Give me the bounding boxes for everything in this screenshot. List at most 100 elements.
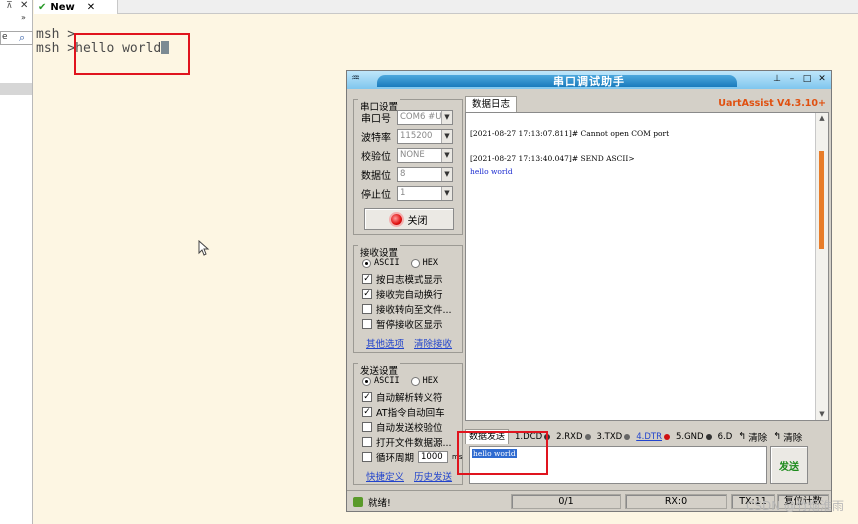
send-history-link[interactable]: 历史发送 [414,469,452,483]
checkbox-checked[interactable]: ✓ [362,288,372,299]
stopbits-select[interactable]: 1 ▼ [397,186,453,201]
selected-list-item[interactable] [0,83,32,95]
parity-select[interactable]: NONE ▼ [397,148,453,163]
pin-label[interactable]: 4.DTR [636,432,662,442]
baud-select-value: 115200 [400,131,433,141]
recv-option-label: 接收完自动换行 [376,289,443,301]
window-title: 串口调试助手 [553,75,625,88]
chevron-down-icon[interactable]: ▼ [441,111,452,124]
uartassist-window: ♒︎ 串口调试助手 ⊥ – □ ✕ 串口设置 串口号 COM6 #US ▼ 波特率… [346,70,832,512]
editor-tab-bar: ✔ New ✕ [34,0,858,14]
double-chevron-right-icon[interactable]: » [21,13,26,22]
checkbox-unchecked[interactable] [362,318,372,329]
recv-ascii-radio[interactable] [362,258,371,268]
maximize-icon[interactable]: □ [801,74,813,86]
shortcut-define-link[interactable]: 快捷定义 [366,469,404,483]
send-option-label: 自动发送校验位 [376,422,443,434]
status-ready-label: 就绪! [368,498,391,509]
port-select[interactable]: COM6 #US ▼ [397,110,453,125]
checkbox-unchecked[interactable] [362,303,372,314]
send-ascii-label: ASCII [374,376,400,386]
search-icon[interactable]: ⌕ [19,31,25,45]
receive-log-area[interactable]: [2021-08-27 17:13:07.811]# Cannot open C… [465,112,829,421]
recv-hex-radio[interactable] [410,258,420,268]
cycle-period-input[interactable]: 1000 [418,450,449,463]
stopbits-select-value: 1 [400,188,406,198]
send-option-escape[interactable]: ✓ 自动解析转义符 [362,390,443,404]
status-ready: 就绪! [353,495,391,509]
close-icon[interactable]: ✕ [20,0,28,11]
checkbox-checked[interactable]: ✓ [362,391,372,402]
scroll-up-icon[interactable]: ▲ [816,113,828,124]
close-port-button[interactable]: 关闭 [364,208,454,230]
serial-settings-group: 串口设置 串口号 COM6 #US ▼ 波特率 115200 ▼ 校验位 NONE ▼… [353,99,463,235]
send-option-checksum[interactable]: 自动发送校验位 [362,420,443,434]
pin-txd: 3.TXD [597,432,631,442]
send-settings-group: 发送设置 ASCII HEX ✓ 自动解析转义符 ✓ AT指令自动回车 自动发送… [353,363,463,485]
checkbox-checked[interactable]: ✓ [362,406,372,417]
send-button[interactable]: 发送 [770,446,808,484]
recv-option-pause[interactable]: 暂停接收区显示 [362,317,443,331]
send-links: 快捷定义 历史发送 [366,469,452,483]
chevron-down-icon[interactable]: ▼ [441,168,452,181]
scrollbar-thumb[interactable] [819,151,824,249]
recv-option-label: 按日志模式显示 [376,274,443,286]
receive-settings-title: 接收设置 [358,245,401,259]
checkbox-unchecked[interactable] [362,421,372,432]
log-scrollbar[interactable]: ▲ ▼ [815,113,828,420]
setting-row-databits: 数据位 8 ▼ [361,167,453,182]
checkbox-unchecked[interactable] [362,436,372,447]
setting-row-parity: 校验位 NONE ▼ [361,148,453,163]
scroll-down-icon[interactable]: ▼ [816,409,828,420]
checkbox-checked[interactable]: ✓ [362,273,372,284]
chevron-down-icon[interactable]: ▼ [441,149,452,162]
other-options-link[interactable]: 其他选项 [366,336,404,350]
clear-all-label: 清除 [783,432,803,444]
clear-all-button[interactable]: ↰ 清除 [773,430,802,444]
send-hex-radio[interactable] [410,376,420,386]
minimize-icon[interactable]: – [786,74,798,86]
databits-select[interactable]: 8 ▼ [397,167,453,182]
recv-encoding-radios: ASCII HEX [362,258,438,268]
send-option-at-cr[interactable]: ✓ AT指令自动回车 [362,405,445,419]
baud-select[interactable]: 115200 ▼ [397,129,453,144]
pin-window-icon[interactable]: ⊥ [771,74,783,86]
send-option-file-source[interactable]: 打开文件数据源... [362,435,452,449]
recv-option-auto-newline[interactable]: ✓ 接收完自动换行 [362,287,443,301]
send-option-label: AT指令自动回车 [376,407,445,419]
send-option-cycle[interactable]: 循环周期 1000 ms [362,450,462,464]
recv-option-to-file[interactable]: 接收转向至文件... [362,302,452,316]
tab-data-log[interactable]: 数据日志 [465,96,517,112]
close-port-label: 关闭 [407,215,428,227]
clear-receive-link[interactable]: 清除接收 [414,336,452,350]
tab-close-icon[interactable]: ✕ [87,2,95,13]
ready-status-icon [353,497,363,507]
recv-ascii-label: ASCII [374,258,400,268]
send-ascii-radio[interactable] [362,376,371,386]
pin-label: 6.D [717,431,733,442]
chevron-down-icon[interactable]: ▼ [441,187,452,200]
left-side-panel: ⊼ ✕ » e ⌕ [0,0,33,524]
clear-send-button[interactable]: ↰ 清除 [738,430,767,444]
search-input[interactable]: e ⌕ [0,31,33,45]
tab-new[interactable]: ✔ New ✕ [34,0,118,14]
log-line: [2021-08-27 17:13:40.047]# SEND ASCII> [470,154,635,163]
status-counter: 0/1 [511,494,621,509]
setting-row-stopbits: 停止位 1 ▼ [361,186,453,201]
mouse-pointer-icon [198,240,210,256]
databits-label: 数据位 [361,171,391,182]
setting-row-port: 串口号 COM6 #US ▼ [361,110,453,125]
pin-dtr[interactable]: 4.DTR [636,432,670,442]
pin-icon[interactable]: ⊼ [6,1,13,11]
port-select-value: COM6 #US [400,112,447,122]
checkbox-unchecked[interactable] [362,451,372,462]
terminal-line-1: msh > [36,27,76,42]
app-version-label[interactable]: UartAssist V4.3.10+ [718,98,826,109]
pin-indicator-icon [584,433,591,440]
chevron-down-icon[interactable]: ▼ [441,130,452,143]
send-hex-label: HEX [422,376,438,386]
pin-gnd: 5.GND [676,432,712,442]
window-close-icon[interactable]: ✕ [816,74,828,86]
recv-option-log-mode[interactable]: ✓ 按日志模式显示 [362,272,443,286]
window-title-bar[interactable]: ♒︎ 串口调试助手 ⊥ – □ ✕ [347,71,831,89]
